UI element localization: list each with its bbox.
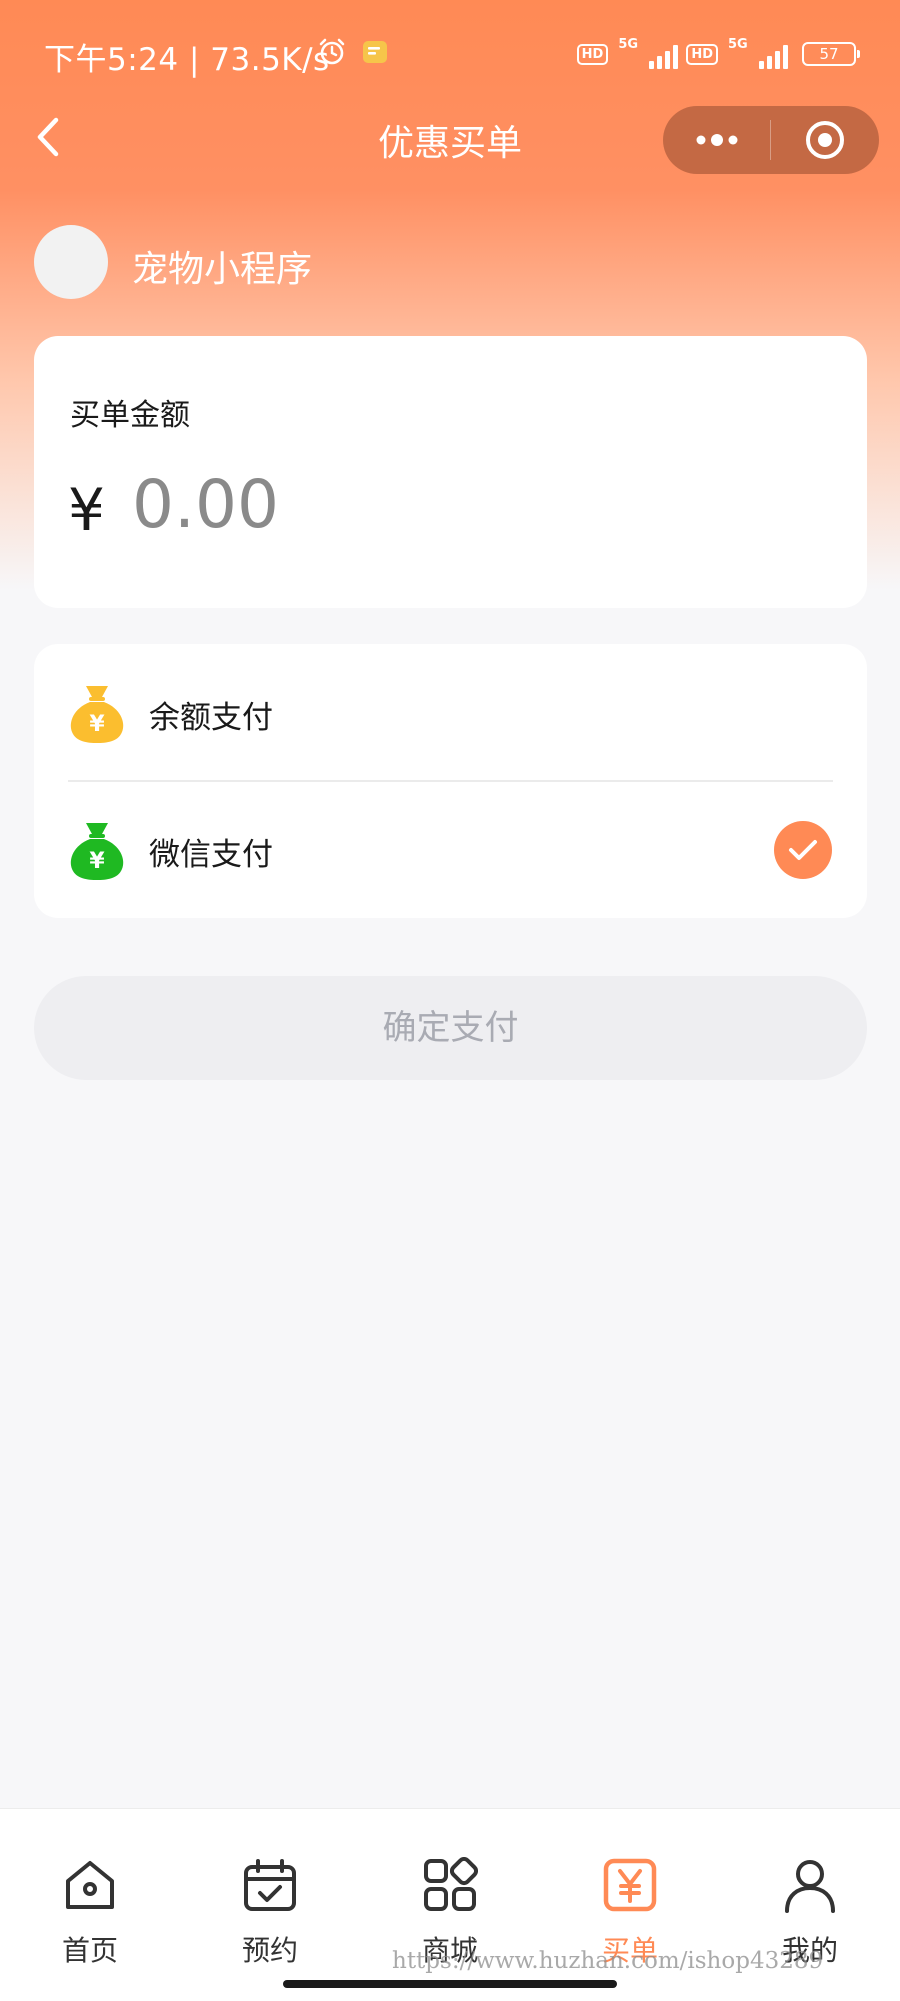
status-bar: 下午5:24 | 73.5K/s HD 5G HD 5G 57	[0, 0, 900, 104]
payment-label: 微信支付	[149, 837, 273, 873]
currency-symbol: ¥	[68, 476, 105, 544]
amount-card: 买单金额 ¥	[34, 336, 867, 608]
battery-icon: 57	[802, 42, 860, 66]
close-miniprogram-button[interactable]	[771, 106, 878, 174]
target-close-icon	[805, 121, 844, 159]
home-indicator	[283, 1980, 617, 1988]
network-type: 5G	[618, 37, 639, 52]
network-type: 5G	[728, 37, 748, 52]
home-icon	[66, 1861, 114, 1909]
amount-input[interactable]	[126, 464, 732, 544]
signal-icon: 5G	[616, 37, 679, 69]
notification-icon	[363, 41, 387, 63]
money-bag-icon: ¥	[70, 823, 124, 880]
tab-label: 预约	[241, 1934, 298, 1967]
checkmark-icon	[789, 840, 817, 860]
more-button[interactable]	[663, 106, 770, 174]
more-dots-icon	[696, 134, 737, 146]
status-time: 下午5:24 | 73.5K/s	[44, 42, 330, 78]
money-bag-icon: ¥	[70, 686, 124, 743]
tab-profile[interactable]: 我的	[720, 1809, 900, 1967]
watermark-text: https://www.huzhan.com/ishop43289	[392, 1948, 824, 1974]
store-avatar	[34, 225, 108, 299]
check-icon[interactable]	[774, 821, 832, 879]
yen-icon	[603, 1858, 657, 1912]
tab-booking[interactable]: 预约	[180, 1809, 360, 1967]
payment-method-card: ¥ 余额支付 ¥ 微信支付	[34, 644, 867, 918]
battery-level: 57	[819, 45, 839, 63]
tab-home[interactable]: 首页	[0, 1809, 180, 1967]
svg-text:¥: ¥	[89, 712, 105, 737]
confirm-payment-button[interactable]: 确定支付	[34, 976, 867, 1080]
store-name: 宠物小程序	[132, 249, 313, 290]
hd-badge: HD	[686, 43, 718, 65]
grid-icon	[424, 1857, 478, 1911]
payment-option-balance[interactable]: ¥ 余额支付	[34, 644, 867, 781]
hd-badge: HD	[576, 43, 609, 65]
tab-pay-bill[interactable]: 买单	[540, 1809, 720, 1967]
tab-label: 首页	[61, 1934, 118, 1967]
miniprogram-capsule	[663, 106, 879, 174]
user-icon	[785, 1860, 835, 1913]
calendar-icon	[244, 1859, 296, 1911]
tab-mall[interactable]: 商城	[360, 1809, 540, 1967]
payment-label: 余额支付	[149, 700, 273, 736]
alarm-icon	[319, 38, 345, 65]
svg-text:¥: ¥	[89, 849, 105, 874]
amount-label: 买单金额	[70, 398, 190, 433]
payment-option-wechat[interactable]: ¥ 微信支付	[34, 781, 867, 918]
signal-icon: 5G	[726, 37, 788, 69]
status-indicators: HD 5G HD 5G 57	[576, 34, 860, 74]
